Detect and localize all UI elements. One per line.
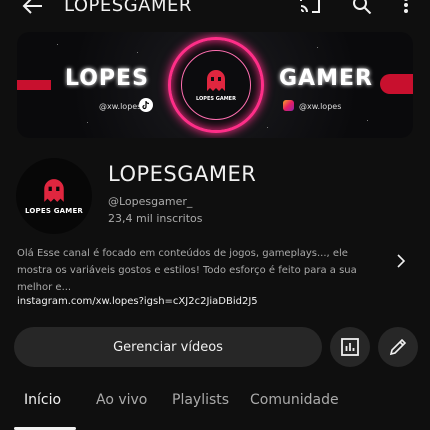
more-options-button[interactable] (394, 0, 418, 18)
banner-left-name: LOPES (65, 66, 149, 91)
channel-description[interactable]: Olá Esse canal é focado em conteúdos de … (17, 245, 379, 296)
channel-avatar[interactable]: LOPES GAMER (16, 158, 92, 234)
cast-button[interactable] (296, 0, 324, 18)
tab-comunidade[interactable]: Comunidade (250, 392, 339, 408)
banner-red-tag-right (380, 74, 413, 94)
back-button[interactable] (16, 0, 48, 20)
search-button[interactable] (348, 0, 376, 18)
more-vert-icon (404, 0, 408, 13)
page-title: LOPESGAMER (64, 0, 192, 16)
tab-playlists[interactable]: Playlists (172, 392, 229, 408)
cast-icon (300, 0, 320, 13)
channel-name: LOPESGAMER (108, 162, 257, 186)
channel-link[interactable]: instagram.com/xw.lopes?igsh=cXJ2c2JiaDBi… (17, 296, 258, 307)
banner-left-handle: @xw.lopes (99, 102, 142, 111)
banner-center-label: LOPES GAMER (196, 95, 236, 102)
edit-channel-button[interactable] (378, 327, 418, 367)
avatar-label: LOPES GAMER (24, 206, 84, 215)
channel-handle: @Lopesgamer_ (108, 195, 193, 208)
chevron-right-icon (397, 254, 405, 268)
instagram-icon (283, 100, 294, 111)
ghost-icon (207, 69, 225, 91)
channel-tabs: Início Ao vivo Playlists Comunidade (0, 386, 430, 430)
channel-banner: LOPES @xw.lopes LOPES GAMER GAMER @xw.lo… (17, 32, 413, 138)
edit-pencil-icon (389, 338, 407, 356)
back-arrow-icon (22, 0, 42, 14)
description-expand-button[interactable] (394, 252, 408, 270)
search-icon (353, 0, 372, 14)
ghost-icon (44, 178, 64, 202)
banner-red-tag-left (17, 80, 51, 90)
tab-ao-vivo[interactable]: Ao vivo (96, 392, 147, 408)
top-bar: LOPESGAMER (0, 0, 430, 22)
stats-icon (341, 338, 359, 356)
banner-right-name: GAMER (279, 66, 373, 91)
tab-inicio[interactable]: Início (24, 392, 61, 408)
tiktok-icon (139, 98, 153, 112)
banner-logo-ring: LOPES GAMER (168, 37, 264, 133)
manage-videos-button[interactable]: Gerenciar vídeos (14, 327, 322, 367)
banner-right-handle: @xw.lopes (299, 102, 342, 111)
analytics-button[interactable] (330, 327, 370, 367)
subscriber-count: 23,4 mil inscritos (108, 212, 203, 225)
